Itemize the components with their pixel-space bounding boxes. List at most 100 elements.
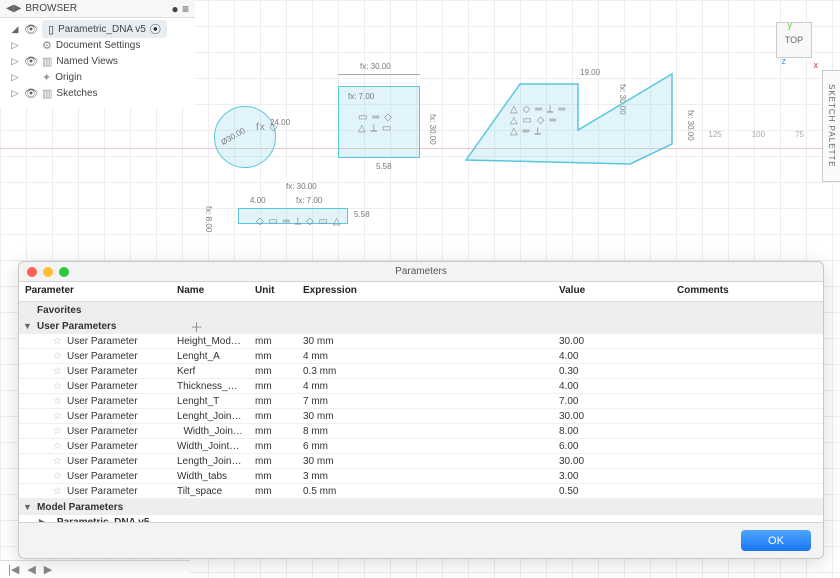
viewcube[interactable]: TOP [776,22,812,58]
parameter-comment[interactable] [671,443,823,449]
tree-item[interactable]: ▷ ⚙ Document Settings [10,37,195,53]
dim-height[interactable]: 5.58 [376,162,392,171]
parameter-type-label: User Parameter [67,396,138,407]
folder-icon: ▥ [42,87,52,100]
parameters-table[interactable]: Parameter Name Unit Expression Value Com… [19,282,823,522]
col-unit: Unit [249,282,297,301]
dim-right[interactable]: fx: 30.00 [686,110,695,141]
tree-item-label: Document Settings [56,40,141,51]
chevron-down-icon[interactable]: ▼ [23,321,35,331]
chevron-down-icon[interactable]: ◢ [10,24,20,35]
favorite-star-icon[interactable]: ☆ [53,426,62,437]
col-comments: Comments [671,282,823,301]
ruler-labels: 12510075 [708,130,834,139]
eye-icon[interactable]: 👁 [24,55,38,68]
component-icon: ▯ [48,23,54,36]
parameter-type-label: User Parameter [67,441,138,452]
dim-b[interactable]: fx: 7.00 [296,196,322,205]
parameter-comment[interactable] [671,428,823,434]
dim-h[interactable]: 5.58 [354,210,370,219]
tree-item[interactable]: ▷ 👁 ▥ Named Views [10,53,195,69]
parameter-type-label: User Parameter [67,456,138,467]
timeline-next-icon[interactable]: ▶ [44,563,52,576]
panel-menu-icon[interactable]: ● ≡ [171,2,189,16]
sketch-rect1-group[interactable]: fx: 30.00 fx: 7.00 fx: 30.00 5.58 ▭ ═ ◇△… [328,68,438,178]
dim-width[interactable]: fx: 7.00 [348,92,374,101]
dialog-title: Parameters [19,266,823,277]
favorite-star-icon[interactable]: ☆ [53,471,62,482]
favorite-star-icon[interactable]: ☆ [53,396,62,407]
axis-z-label: z [782,56,787,66]
favorite-star-icon[interactable]: ☆ [53,381,62,392]
polygon-shape[interactable] [460,70,700,180]
favorite-star-icon[interactable]: ☆ [53,441,62,452]
parameter-comment[interactable] [671,458,823,464]
favorite-star-icon[interactable]: ☆ [53,366,62,377]
tree-item-label: Named Views [56,56,118,67]
collapse-icon[interactable]: ◀▶ [6,3,21,14]
chevron-right-icon[interactable]: ▷ [10,40,20,51]
favorite-star-icon[interactable]: ☆ [53,336,62,347]
tree-item[interactable]: ▷✦Origin [10,69,195,85]
chevron-right-icon[interactable]: ▷ [10,56,20,67]
ok-label: OK [768,535,784,547]
parameter-type-label: User Parameter [67,351,138,362]
dim-top[interactable]: fx: 30.00 [286,182,317,191]
parameter-comment[interactable] [671,368,823,374]
tree-item[interactable]: ▷👁▥Sketches [10,85,195,101]
parameter-type-label: User Parameter [67,426,138,437]
parameter-row[interactable]: ☆User ParameterTilt_spacemm0.5 mm0.50 [19,484,823,499]
sketch-circle-group[interactable]: Ø30.00 24.00 fx ◇ [210,100,310,190]
browser-header[interactable]: ◀▶ BROWSER ● ≡ [0,0,195,18]
favorite-star-icon[interactable]: ☆ [53,411,62,422]
dim-a[interactable]: 4.00 [250,196,266,205]
dim-top[interactable]: fx: 30.00 [360,62,391,71]
favorite-star-icon[interactable]: ☆ [53,456,62,467]
sketch-palette-toggle[interactable]: SKETCH PALETTE [822,70,840,182]
sketch-poly-group[interactable]: 19.00 fx: 30.00 △ ◇ ═ ⟂ ═△ ▭ ◇ ═ △ ═ ⟂ f… [460,70,700,180]
sketch-rect2-group[interactable]: fx: 30.00 4.00 fx: 7.00 fx: 8.00 5.58 ◇ … [206,188,376,250]
browser-tree[interactable]: ◢ 👁 ▯ Parametric_DNA v5 ⦿ ▷ ⚙ Document Set… [0,18,195,107]
tree-root[interactable]: ◢ 👁 ▯ Parametric_DNA v5 ⦿ [10,21,195,37]
favorite-star-icon[interactable]: ☆ [53,486,62,497]
parameter-comment[interactable] [671,353,823,359]
col-parameter: Parameter [19,282,171,301]
timeline-bar[interactable]: |◀ ◀ ▶ [0,560,190,578]
parameter-expression[interactable]: 0.5 mm [297,483,553,500]
parameter-name[interactable]: Tilt_space [171,483,249,500]
parameter-type-label: User Parameter [67,366,138,377]
dim-left[interactable]: fx: 8.00 [204,206,213,232]
parameters-dialog[interactable]: Parameters Parameter Name Unit Expressio… [18,261,824,559]
folder-icon: ▥ [42,55,52,68]
favorites-section[interactable]: Favorites [19,302,823,318]
dim-right[interactable]: fx: 30.00 [428,114,437,145]
dialog-titlebar[interactable]: Parameters [19,262,823,282]
model-item-row[interactable]: ▶Parametric_DNA v5 [19,515,823,522]
dialog-footer: OK [19,522,823,558]
parameter-unit[interactable]: mm [249,483,297,500]
gear-icon: ⚙ [42,39,52,52]
parameter-comment[interactable] [671,383,823,389]
parameter-comment[interactable] [671,338,823,344]
origin-icon: ✦ [42,71,51,84]
favorite-star-icon[interactable]: ☆ [53,351,62,362]
constraint-glyphs: △ ◇ ═ ⟂ ═△ ▭ ◇ ═ △ ═ ⟂ [510,104,566,137]
timeline-start-icon[interactable]: |◀ [8,563,19,576]
user-parameters-label: User Parameters [37,321,117,332]
parameter-comment[interactable] [671,413,823,419]
parameter-comment[interactable] [671,488,823,494]
eye-icon[interactable]: 👁 [24,87,38,100]
eye-icon[interactable]: 👁 [24,23,38,36]
browser-panel[interactable]: ◀▶ BROWSER ● ≡ ◢ 👁 ▯ Parametric_DNA v5 ⦿… [0,0,195,107]
parameter-comment[interactable] [671,398,823,404]
col-name: Name [171,282,249,301]
parameter-comment[interactable] [671,473,823,479]
table-header-row: Parameter Name Unit Expression Value Com… [19,282,823,302]
chevron-down-icon[interactable]: ▼ [23,502,35,512]
tree-root-label: Parametric_DNA v5 [58,24,146,35]
ok-button[interactable]: OK [741,530,811,551]
timeline-prev-icon[interactable]: ◀ [27,563,35,576]
chevron-right-icon[interactable]: ▷ [10,72,20,83]
col-value: Value [553,282,671,301]
chevron-right-icon[interactable]: ▷ [10,88,20,99]
